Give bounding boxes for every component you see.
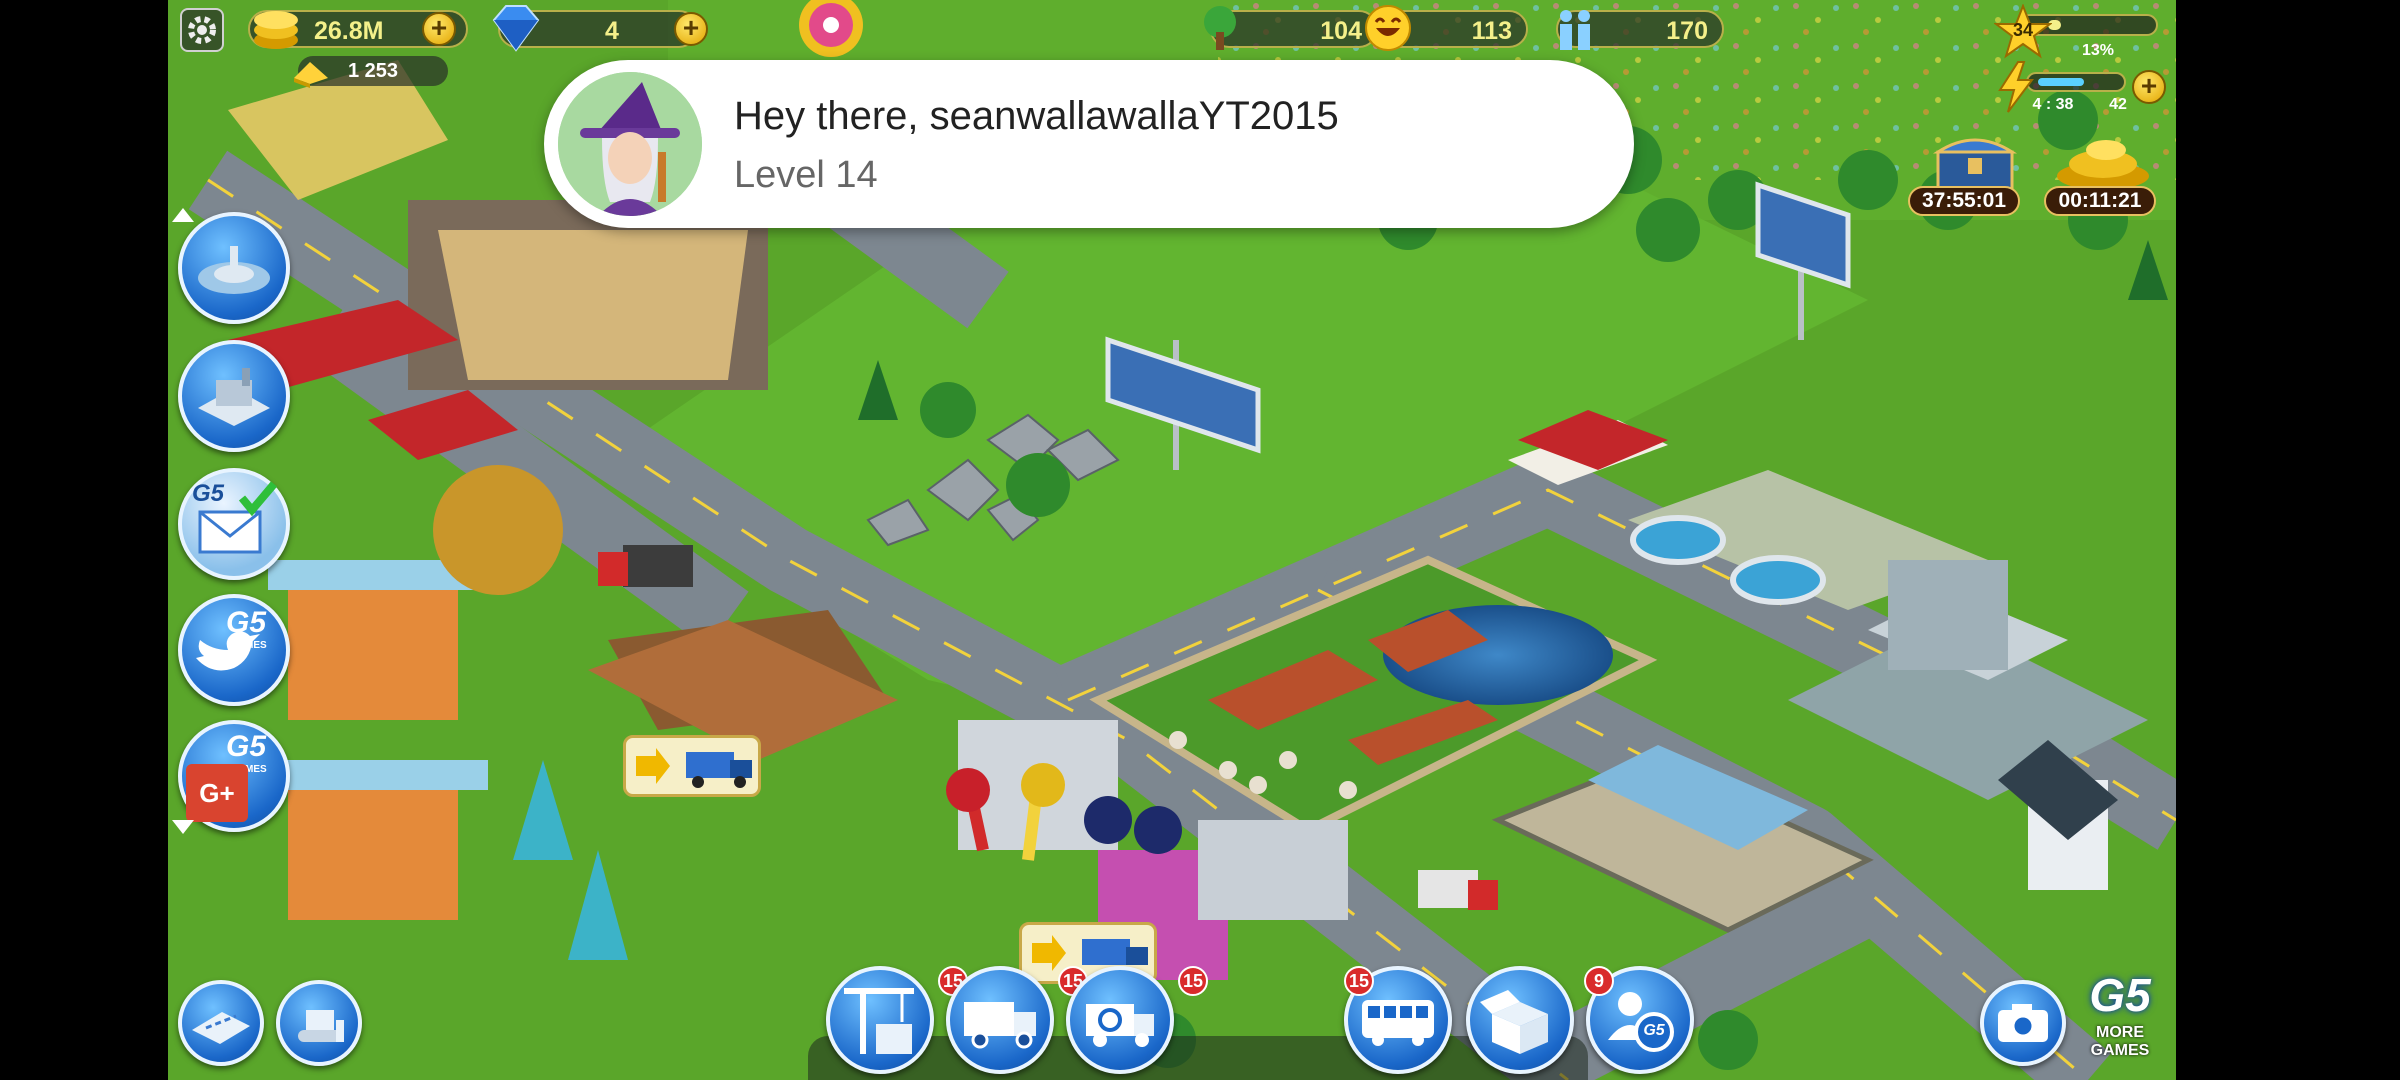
more-games-logo: G5 [2089,969,2151,1021]
recycling-badge: 15 [1178,966,1208,996]
gear-icon [188,16,216,44]
games-label-twitter: GAMES [230,640,267,651]
xp-percent: 13% [2081,42,2115,59]
side-button-factory[interactable] [178,340,290,452]
chest-timer: 37:55:01 [1908,186,2020,216]
g5-logo-mail: G5 [192,480,225,507]
google-plus-label: G+ [199,778,235,808]
road-icon [192,1012,250,1044]
greeting-text: Hey there, seanwallawallaYT2015 [734,94,1339,138]
wizard-avatar-icon [558,72,702,216]
energy-bar-fill [2038,78,2084,86]
storage-box-button[interactable] [1466,966,1574,1074]
coins-icon [254,11,298,49]
bulldozer-button[interactable] [276,980,362,1066]
energy-value: 42 [2109,96,2127,113]
crane-icon [844,988,914,1054]
gold-bars-icon [294,62,328,88]
gold-value: 1 253 [348,60,399,82]
energy-timer: 4 : 38 [2032,96,2074,113]
g5-logo-twitter: G5 [226,606,267,639]
delivery-truck-icon [636,748,752,788]
bus-badge: 15 [1344,966,1374,996]
trucks-button[interactable] [946,966,1054,1074]
recycling-truck-icon [1086,1004,1154,1047]
treasure-chest-icon[interactable] [1920,132,2030,194]
side-button-fountain[interactable] [178,212,290,324]
population-value: 170 [1666,17,1708,45]
g5-logo-friends: G5 [1643,1022,1665,1039]
recycling-button[interactable] [1066,966,1174,1074]
open-box-icon [1480,990,1548,1054]
g5-logo-gplus: G5 [226,730,267,763]
construction-button[interactable] [826,966,934,1074]
player-level-text: Level 14 [734,154,878,196]
smiley-icon [1365,5,1411,51]
camera-icon [1998,1004,2048,1042]
more-games-button[interactable]: G5 MORE GAMES [2074,968,2166,1068]
road-build-button[interactable] [178,980,264,1066]
population-icon [1560,10,1590,50]
add-gems-button[interactable]: + [674,12,708,46]
gems-value: 4 [605,17,619,45]
side-button-g5-mail[interactable]: G5 [178,468,290,580]
delivery-bubble-lumber[interactable] [623,735,761,797]
gold-pile-icon[interactable] [2048,130,2158,192]
diamond-icon [492,5,540,52]
gold-pile-timer: 00:11:21 [2044,186,2156,216]
side-button-twitter[interactable]: G5 GAMES [178,594,290,706]
side-panel-down-arrow-icon[interactable] [168,812,198,842]
happiness-value: 113 [1471,17,1512,45]
friends-badge: 9 [1584,966,1614,996]
game-viewport[interactable]: 26.8M + 1 253 4 + 104 113 170 34 13% + 4… [168,0,2176,1080]
fountain-icon [198,246,270,294]
add-coins-button[interactable]: + [422,12,456,46]
truck-icon [964,1002,1036,1049]
settings-button[interactable] [180,8,224,52]
more-games-label: MORE GAMES [2090,1024,2150,1059]
bulldozer-icon [298,1010,344,1042]
camera-button[interactable] [1980,980,2066,1066]
xp-level: 34 [2012,20,2034,40]
fortune-wheel-icon[interactable] [796,0,866,60]
avatar [558,72,702,216]
factory-icon [198,368,270,426]
trees-value: 104 [1320,17,1362,45]
tree-icon [1204,6,1236,50]
energy-bar [2026,72,2126,92]
coins-value: 26.8M [314,17,384,45]
player-notification: Hey there, seanwallawallaYT2015 Level 14 [544,60,1634,228]
